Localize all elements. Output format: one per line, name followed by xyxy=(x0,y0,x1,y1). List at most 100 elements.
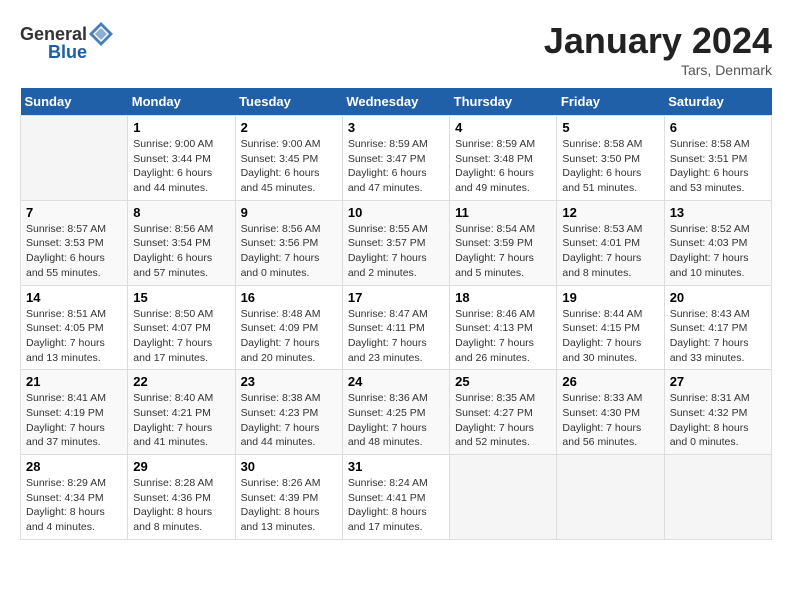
day-number: 19 xyxy=(562,290,658,305)
day-info: Sunrise: 8:28 AMSunset: 4:36 PMDaylight:… xyxy=(133,476,229,535)
calendar-cell: 27 Sunrise: 8:31 AMSunset: 4:32 PMDayligh… xyxy=(664,370,771,455)
day-number: 1 xyxy=(133,120,229,135)
day-info: Sunrise: 8:52 AMSunset: 4:03 PMDaylight:… xyxy=(670,222,766,281)
calendar-cell: 4 Sunrise: 8:59 AMSunset: 3:48 PMDaylight… xyxy=(450,116,557,201)
calendar-week-5: 28Sunrise: 8:29 AMSunset: 4:34 PMDayligh… xyxy=(21,455,772,540)
month-title: January 2024 xyxy=(544,20,772,62)
calendar-cell: 1 Sunrise: 9:00 AMSunset: 3:44 PMDaylight… xyxy=(128,116,235,201)
location-subtitle: Tars, Denmark xyxy=(544,62,772,78)
day-number: 12 xyxy=(562,205,658,220)
day-info: Sunrise: 8:53 AMSunset: 4:01 PMDaylight:… xyxy=(562,222,658,281)
day-info: Sunrise: 8:48 AMSunset: 4:09 PMDaylight:… xyxy=(241,307,337,366)
calendar-cell xyxy=(450,455,557,540)
day-number: 5 xyxy=(562,120,658,135)
day-info: Sunrise: 8:35 AMSunset: 4:27 PMDaylight:… xyxy=(455,391,551,450)
day-info: Sunrise: 8:31 AMSunset: 4:32 PMDaylight:… xyxy=(670,391,766,450)
calendar-cell: 26 Sunrise: 8:33 AMSunset: 4:30 PMDayligh… xyxy=(557,370,664,455)
calendar-header-thursday: Thursday xyxy=(450,88,557,116)
calendar-header-wednesday: Wednesday xyxy=(342,88,449,116)
calendar-week-4: 21 Sunrise: 8:41 AMSunset: 4:19 PMDayligh… xyxy=(21,370,772,455)
day-number: 18 xyxy=(455,290,551,305)
calendar-header-monday: Monday xyxy=(128,88,235,116)
calendar-cell: 25 Sunrise: 8:35 AMSunset: 4:27 PMDayligh… xyxy=(450,370,557,455)
header: General Blue January 2024 Tars, Denmark xyxy=(20,20,772,78)
calendar-cell: 18 Sunrise: 8:46 AMSunset: 4:13 PMDayligh… xyxy=(450,285,557,370)
day-info: Sunrise: 8:41 AMSunset: 4:19 PMDaylight:… xyxy=(26,391,122,450)
day-number: 16 xyxy=(241,290,337,305)
day-number: 13 xyxy=(670,205,766,220)
day-number: 25 xyxy=(455,374,551,389)
day-info: Sunrise: 8:58 AMSunset: 3:50 PMDaylight:… xyxy=(562,137,658,196)
day-info: Sunrise: 8:59 AMSunset: 3:47 PMDaylight:… xyxy=(348,137,444,196)
calendar-cell: 7 Sunrise: 8:57 AMSunset: 3:53 PMDaylight… xyxy=(21,200,128,285)
day-number: 24 xyxy=(348,374,444,389)
calendar-cell: 9Sunrise: 8:56 AMSunset: 3:56 PMDaylight… xyxy=(235,200,342,285)
day-info: Sunrise: 8:33 AMSunset: 4:30 PMDaylight:… xyxy=(562,391,658,450)
day-number: 23 xyxy=(241,374,337,389)
day-info: Sunrise: 8:46 AMSunset: 4:13 PMDaylight:… xyxy=(455,307,551,366)
calendar-header-row: SundayMondayTuesdayWednesdayThursdayFrid… xyxy=(21,88,772,116)
day-info: Sunrise: 8:29 AMSunset: 4:34 PMDaylight:… xyxy=(26,476,122,535)
calendar-cell: 8Sunrise: 8:56 AMSunset: 3:54 PMDaylight… xyxy=(128,200,235,285)
day-number: 6 xyxy=(670,120,766,135)
day-info: Sunrise: 8:51 AMSunset: 4:05 PMDaylight:… xyxy=(26,307,122,366)
day-number: 9 xyxy=(241,205,337,220)
logo-icon xyxy=(87,20,115,48)
calendar-cell: 22 Sunrise: 8:40 AMSunset: 4:21 PMDayligh… xyxy=(128,370,235,455)
day-info: Sunrise: 8:40 AMSunset: 4:21 PMDaylight:… xyxy=(133,391,229,450)
day-info: Sunrise: 8:43 AMSunset: 4:17 PMDaylight:… xyxy=(670,307,766,366)
calendar-cell: 29 Sunrise: 8:28 AMSunset: 4:36 PMDayligh… xyxy=(128,455,235,540)
day-number: 10 xyxy=(348,205,444,220)
calendar-table: SundayMondayTuesdayWednesdayThursdayFrid… xyxy=(20,88,772,540)
day-number: 27 xyxy=(670,374,766,389)
day-info: Sunrise: 8:57 AMSunset: 3:53 PMDaylight:… xyxy=(26,222,122,281)
calendar-header-sunday: Sunday xyxy=(21,88,128,116)
day-number: 15 xyxy=(133,290,229,305)
title-section: January 2024 Tars, Denmark xyxy=(544,20,772,78)
day-number: 21 xyxy=(26,374,122,389)
calendar-cell: 3 Sunrise: 8:59 AMSunset: 3:47 PMDaylight… xyxy=(342,116,449,201)
day-number: 4 xyxy=(455,120,551,135)
day-info: Sunrise: 8:59 AMSunset: 3:48 PMDaylight:… xyxy=(455,137,551,196)
calendar-cell: 28Sunrise: 8:29 AMSunset: 4:34 PMDayligh… xyxy=(21,455,128,540)
day-number: 2 xyxy=(241,120,337,135)
calendar-cell xyxy=(664,455,771,540)
day-info: Sunrise: 8:24 AMSunset: 4:41 PMDaylight:… xyxy=(348,476,444,535)
day-info: Sunrise: 8:55 AMSunset: 3:57 PMDaylight:… xyxy=(348,222,444,281)
day-number: 31 xyxy=(348,459,444,474)
day-number: 22 xyxy=(133,374,229,389)
logo: General Blue xyxy=(20,20,115,63)
calendar-cell xyxy=(557,455,664,540)
day-number: 29 xyxy=(133,459,229,474)
day-info: Sunrise: 8:44 AMSunset: 4:15 PMDaylight:… xyxy=(562,307,658,366)
day-number: 20 xyxy=(670,290,766,305)
day-number: 3 xyxy=(348,120,444,135)
day-info: Sunrise: 9:00 AMSunset: 3:44 PMDaylight:… xyxy=(133,137,229,196)
calendar-cell: 16 Sunrise: 8:48 AMSunset: 4:09 PMDayligh… xyxy=(235,285,342,370)
day-number: 8 xyxy=(133,205,229,220)
calendar-cell: 31 Sunrise: 8:24 AMSunset: 4:41 PMDayligh… xyxy=(342,455,449,540)
day-info: Sunrise: 8:26 AMSunset: 4:39 PMDaylight:… xyxy=(241,476,337,535)
day-info: Sunrise: 8:50 AMSunset: 4:07 PMDaylight:… xyxy=(133,307,229,366)
calendar-cell: 6Sunrise: 8:58 AMSunset: 3:51 PMDaylight… xyxy=(664,116,771,201)
calendar-header-friday: Friday xyxy=(557,88,664,116)
calendar-cell: 30Sunrise: 8:26 AMSunset: 4:39 PMDayligh… xyxy=(235,455,342,540)
calendar-cell: 20 Sunrise: 8:43 AMSunset: 4:17 PMDayligh… xyxy=(664,285,771,370)
calendar-cell: 21 Sunrise: 8:41 AMSunset: 4:19 PMDayligh… xyxy=(21,370,128,455)
logo-blue-text: Blue xyxy=(48,42,87,63)
day-number: 11 xyxy=(455,205,551,220)
day-info: Sunrise: 8:54 AMSunset: 3:59 PMDaylight:… xyxy=(455,222,551,281)
calendar-cell: 24Sunrise: 8:36 AMSunset: 4:25 PMDayligh… xyxy=(342,370,449,455)
day-number: 26 xyxy=(562,374,658,389)
day-info: Sunrise: 9:00 AMSunset: 3:45 PMDaylight:… xyxy=(241,137,337,196)
calendar-cell: 17Sunrise: 8:47 AMSunset: 4:11 PMDayligh… xyxy=(342,285,449,370)
day-number: 7 xyxy=(26,205,122,220)
calendar-cell: 12 Sunrise: 8:53 AMSunset: 4:01 PMDayligh… xyxy=(557,200,664,285)
calendar-cell xyxy=(21,116,128,201)
calendar-cell: 19 Sunrise: 8:44 AMSunset: 4:15 PMDayligh… xyxy=(557,285,664,370)
day-info: Sunrise: 8:47 AMSunset: 4:11 PMDaylight:… xyxy=(348,307,444,366)
calendar-header-tuesday: Tuesday xyxy=(235,88,342,116)
calendar-cell: 23Sunrise: 8:38 AMSunset: 4:23 PMDayligh… xyxy=(235,370,342,455)
day-number: 14 xyxy=(26,290,122,305)
calendar-cell: 2 Sunrise: 9:00 AMSunset: 3:45 PMDaylight… xyxy=(235,116,342,201)
